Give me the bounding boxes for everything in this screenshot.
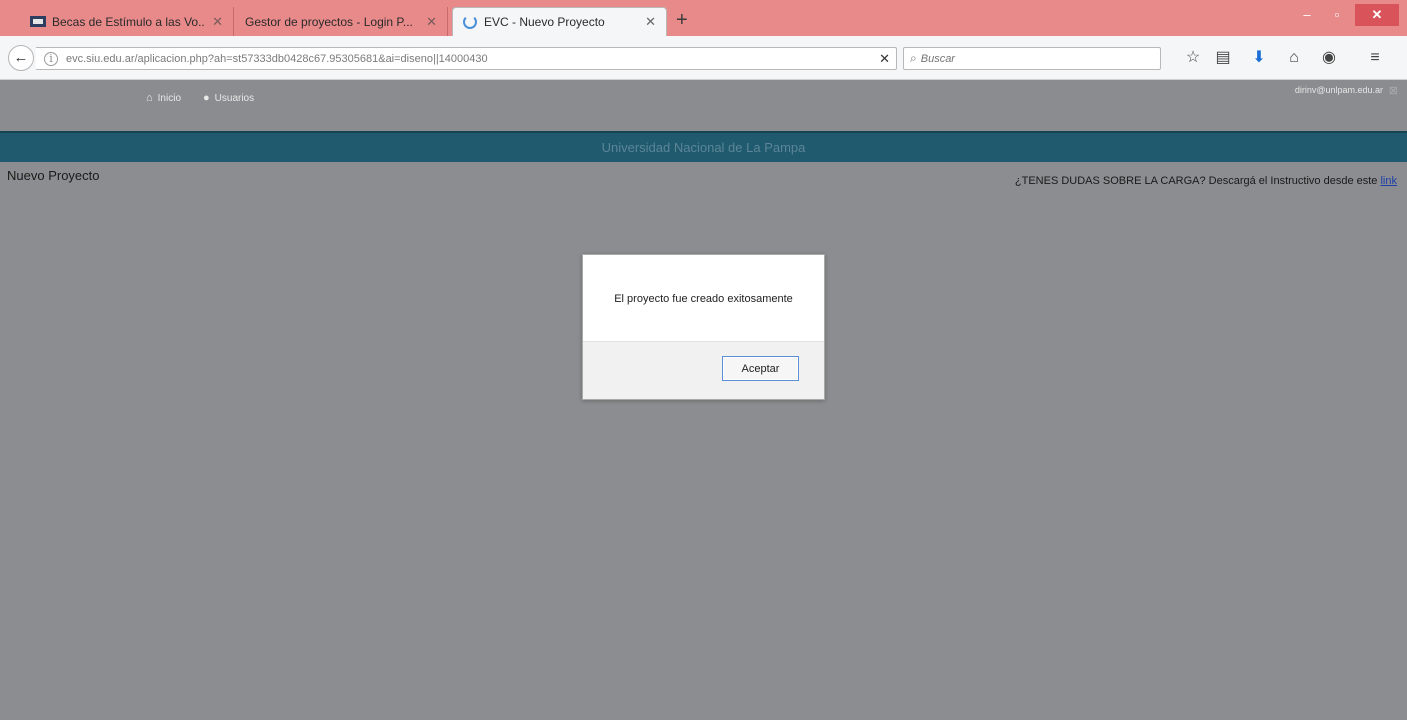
tab-label: Gestor de proyectos - Login P... [245,14,413,29]
tab-label: EVC - Nuevo Proyecto [484,15,605,29]
loading-spinner-icon [463,15,477,29]
search-icon: ⌕ [910,51,917,65]
nav-users-link[interactable]: ● Usuarios [203,92,254,104]
nav-home-link[interactable]: ⌂ Inicio [146,92,181,104]
pocket-icon[interactable]: ◉ [1318,47,1340,69]
help-text: ¿TENES DUDAS SOBRE LA CARGA? Descargá el… [1014,175,1378,187]
close-tab-icon[interactable]: ✕ [212,14,223,30]
tab-gestor[interactable]: Gestor de proyectos - Login P... ✕ [235,7,448,36]
stop-icon[interactable]: ✕ [879,51,890,67]
url-text: evc.siu.edu.ar/aplicacion.php?ah=st57333… [66,52,488,65]
success-dialog: El proyecto fue creado exitosamente Acep… [582,254,825,400]
close-tab-icon[interactable]: ✕ [645,14,656,30]
user-email: dirinv@unlpam.edu.ar [1294,85,1383,95]
address-bar[interactable]: i evc.siu.edu.ar/aplicacion.php?ah=st573… [36,47,897,70]
reading-list-icon[interactable]: ▤ [1212,47,1234,69]
tab-label: Becas de Estímulo a las Vo... [52,14,205,29]
user-icon: ● [203,92,210,104]
app-header: ⌂ Inicio ● Usuarios dirinv@unlpam.edu.ar… [0,80,1407,131]
new-tab-icon[interactable]: + [676,10,688,30]
back-arrow-icon[interactable]: ← [8,45,34,71]
star-icon[interactable]: ☆ [1182,47,1204,69]
download-icon[interactable]: ⬇ [1248,47,1270,69]
window-close-icon[interactable]: ✕ [1355,4,1399,26]
nav-home-label: Inicio [157,92,182,104]
tab-favicon-icon [30,16,46,27]
nav-users-label: Usuarios [214,92,255,104]
navigation-bar: ← i evc.siu.edu.ar/aplicacion.php?ah=st5… [0,36,1407,80]
instructivo-link[interactable]: link [1380,175,1397,187]
site-info-icon[interactable]: i [44,51,58,66]
page-title: Nuevo Proyecto [7,168,100,183]
dialog-message: El proyecto fue creado exitosamente [614,293,793,305]
logout-icon[interactable]: ⊠ [1389,84,1398,97]
home-icon: ⌂ [146,92,153,104]
tab-becas[interactable]: Becas de Estímulo a las Vo... ✕ [20,7,234,36]
tab-evc-nuevo-proyecto[interactable]: EVC - Nuevo Proyecto ✕ [452,7,667,36]
tab-strip: Becas de Estímulo a las Vo... ✕ Gestor d… [0,0,1407,36]
accept-button[interactable]: Aceptar [722,356,799,381]
help-line: ¿TENES DUDAS SOBRE LA CARGA? Descargá el… [1015,175,1397,187]
home-icon[interactable]: ⌂ [1283,47,1305,69]
close-tab-icon[interactable]: ✕ [426,14,437,30]
maximize-icon[interactable]: ▫ [1326,4,1348,26]
minimize-icon[interactable]: – [1296,4,1318,26]
search-bar[interactable]: ⌕ [903,47,1161,70]
menu-icon[interactable]: ≡ [1364,47,1386,69]
university-banner: Universidad Nacional de La Pampa [0,131,1407,162]
search-input[interactable] [920,52,1141,65]
dialog-footer: Aceptar [583,341,824,399]
